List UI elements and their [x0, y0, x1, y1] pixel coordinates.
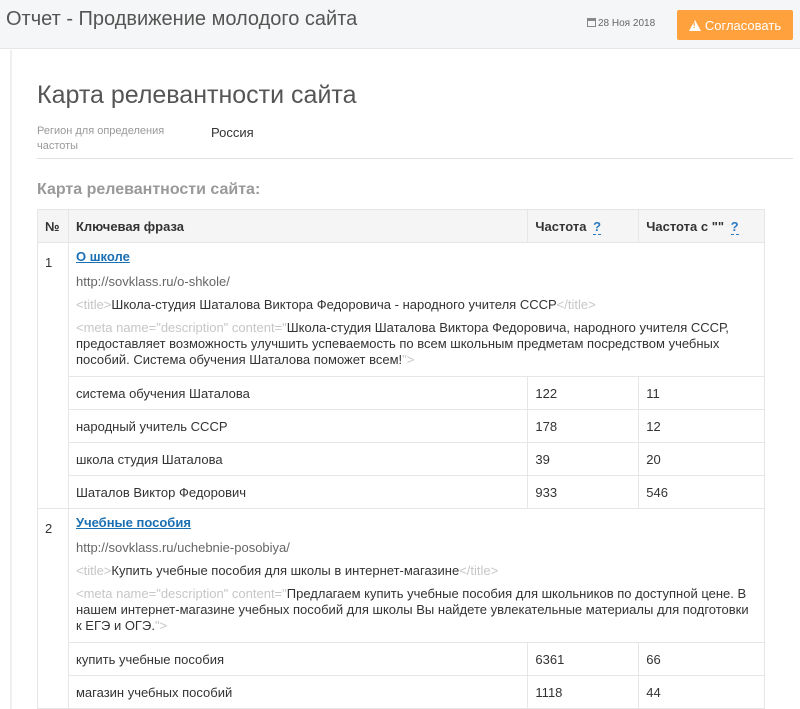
approve-label: Согласовать — [704, 17, 782, 33]
page-title-tag: <title>Купить учебные пособия для школы … — [75, 563, 499, 578]
page-title-tag: <title>Школа-студия Шаталова Виктора Фед… — [75, 297, 596, 312]
keyword-frequency-exact: 44 — [638, 675, 765, 709]
page-title: Карта релевантности сайта — [37, 80, 357, 109]
keyword-phrase: народный учитель СССР — [67, 409, 529, 443]
keyword-frequency: 122 — [527, 376, 640, 410]
calendar-icon — [587, 18, 596, 27]
col-keyword: Ключевая фраза — [67, 209, 529, 243]
page-info: Учебные пособия http://sovklass.ru/ucheb… — [67, 508, 766, 643]
frequency-help-link[interactable]: ? — [593, 218, 602, 235]
date-text: 28 Ноя 2018 — [598, 18, 656, 29]
table-row: Шаталов Виктор Федорович 933 546 — [38, 475, 765, 509]
row-number: 2 — [37, 508, 69, 709]
keyword-frequency: 178 — [527, 409, 640, 443]
keyword-frequency: 6361 — [527, 642, 640, 676]
divider — [37, 158, 793, 159]
page-info: О школе http://sovklass.ru/o-shkole/ <ti… — [67, 242, 766, 377]
page-url: http://sovklass.ru/uchebnie-posobiya/ — [75, 540, 290, 555]
table-row: система обучения Шаталова 122 11 — [38, 376, 765, 410]
page-meta-description: <meta name="description" content="Школа-… — [75, 320, 729, 367]
keyword-phrase: Шаталов Виктор Федорович — [67, 475, 529, 509]
keyword-phrase: магазин учебных пособий — [67, 675, 529, 709]
keyword-phrase: школа студия Шаталова — [67, 442, 529, 476]
keyword-frequency-exact: 11 — [638, 376, 765, 410]
report-date: 28 Ноя 2018 — [587, 18, 655, 29]
keyword-frequency-exact: 66 — [638, 642, 765, 676]
page-row: 2 Учебные пособия http://sovklass.ru/uch… — [37, 508, 766, 709]
approve-button[interactable]: Согласовать — [677, 10, 793, 40]
page-meta-description: <meta name="description" content="Предла… — [75, 586, 749, 633]
page-row: 1 О школе http://sovklass.ru/o-shkole/ <… — [37, 242, 766, 509]
col-number: № — [37, 209, 69, 243]
row-number: 1 — [37, 242, 69, 509]
region-label: Регион для определения частоты — [37, 125, 165, 152]
table-header-row: № Ключевая фраза Частота ? Частота с "" … — [37, 209, 765, 243]
keyword-frequency: 39 — [527, 442, 640, 476]
table-row: купить учебные пособия 6361 66 — [38, 642, 765, 676]
table-row: школа студия Шаталова 39 20 — [38, 442, 765, 476]
keyword-frequency-exact: 20 — [638, 442, 765, 476]
keyword-frequency: 933 — [527, 475, 640, 509]
top-bar: Отчет - Продвижение молодого сайта 28 Но… — [0, 0, 800, 49]
section-title: Карта релевантности сайта: — [37, 181, 261, 198]
report-title: Отчет - Продвижение молодого сайта — [6, 8, 358, 30]
relevance-table: № Ключевая фраза Частота ? Частота с "" … — [37, 209, 766, 709]
page-link-uchebnye-posobiya[interactable]: Учебные пособия — [76, 515, 757, 530]
region-value: Россия — [211, 125, 254, 140]
frequency-exact-help-link[interactable]: ? — [730, 218, 739, 235]
keyword-frequency-exact: 12 — [638, 409, 765, 443]
table-row: народный учитель СССР 178 12 — [38, 409, 765, 443]
page-link-o-shkole[interactable]: О школе — [76, 249, 757, 264]
col-frequency: Частота ? — [527, 209, 640, 243]
keyword-phrase: система обучения Шаталова — [67, 376, 529, 410]
keyword-frequency: 1118 — [527, 675, 640, 709]
col-frequency-exact: Частота с "" ? — [638, 209, 765, 243]
warning-icon — [688, 19, 701, 31]
keyword-frequency-exact: 546 — [638, 475, 765, 509]
keyword-phrase: купить учебные пособия — [67, 642, 529, 676]
table-row: магазин учебных пособий 1118 44 — [38, 675, 765, 709]
page-url: http://sovklass.ru/o-shkole/ — [75, 274, 230, 289]
left-divider — [10, 50, 12, 709]
